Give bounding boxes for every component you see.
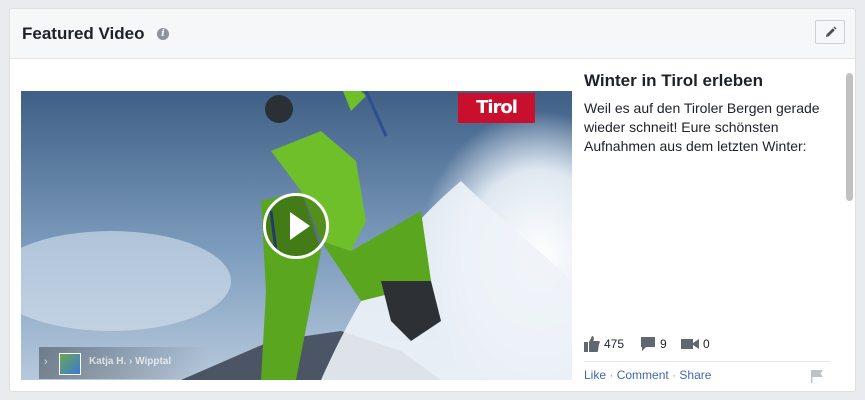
post-details: Winter in Tirol erleben Weil es auf den … bbox=[584, 71, 830, 383]
scrollbar[interactable] bbox=[844, 67, 854, 389]
credit-author: Katja H. bbox=[89, 356, 127, 367]
credit-location: Wipptal bbox=[135, 356, 172, 367]
separator: · bbox=[609, 368, 614, 382]
edit-button[interactable] bbox=[815, 20, 845, 44]
card-title: Featured Video bbox=[22, 24, 145, 43]
flag-icon[interactable] bbox=[810, 369, 824, 383]
play-icon bbox=[290, 212, 310, 240]
scrollbar-thumb[interactable] bbox=[846, 73, 853, 201]
video-credit[interactable]: › Katja H. › Wipptal bbox=[39, 347, 209, 379]
share-link[interactable]: Share bbox=[679, 368, 711, 382]
post-text: Weil es auf den Tiroler Bergen gerade wi… bbox=[584, 100, 820, 154]
like-link[interactable]: Like bbox=[584, 368, 606, 382]
card-header: Featured Video i bbox=[10, 9, 855, 59]
video-player[interactable]: Tirol › Katja H. › Wipptal bbox=[21, 91, 572, 380]
comment-link[interactable]: Comment bbox=[617, 368, 669, 382]
featured-video-card: Featured Video i Tirol › Katja H. › Wipp… bbox=[9, 8, 856, 392]
pencil-icon bbox=[826, 26, 837, 37]
comment-icon bbox=[641, 337, 655, 351]
thumbs-up-icon bbox=[584, 336, 600, 352]
separator: · bbox=[672, 368, 677, 382]
post-title[interactable]: Winter in Tirol erleben bbox=[584, 71, 763, 91]
video-camera-icon bbox=[681, 339, 699, 349]
divider bbox=[584, 361, 830, 362]
post-actions: Like · Comment · Share bbox=[584, 368, 711, 382]
tirol-logo: Tirol bbox=[458, 93, 535, 123]
avatar bbox=[59, 353, 81, 375]
post-stats: 475 9 0 bbox=[584, 334, 824, 354]
chevron-right-icon: › bbox=[44, 356, 48, 368]
info-icon[interactable]: i bbox=[157, 28, 169, 40]
play-button[interactable] bbox=[263, 193, 329, 259]
